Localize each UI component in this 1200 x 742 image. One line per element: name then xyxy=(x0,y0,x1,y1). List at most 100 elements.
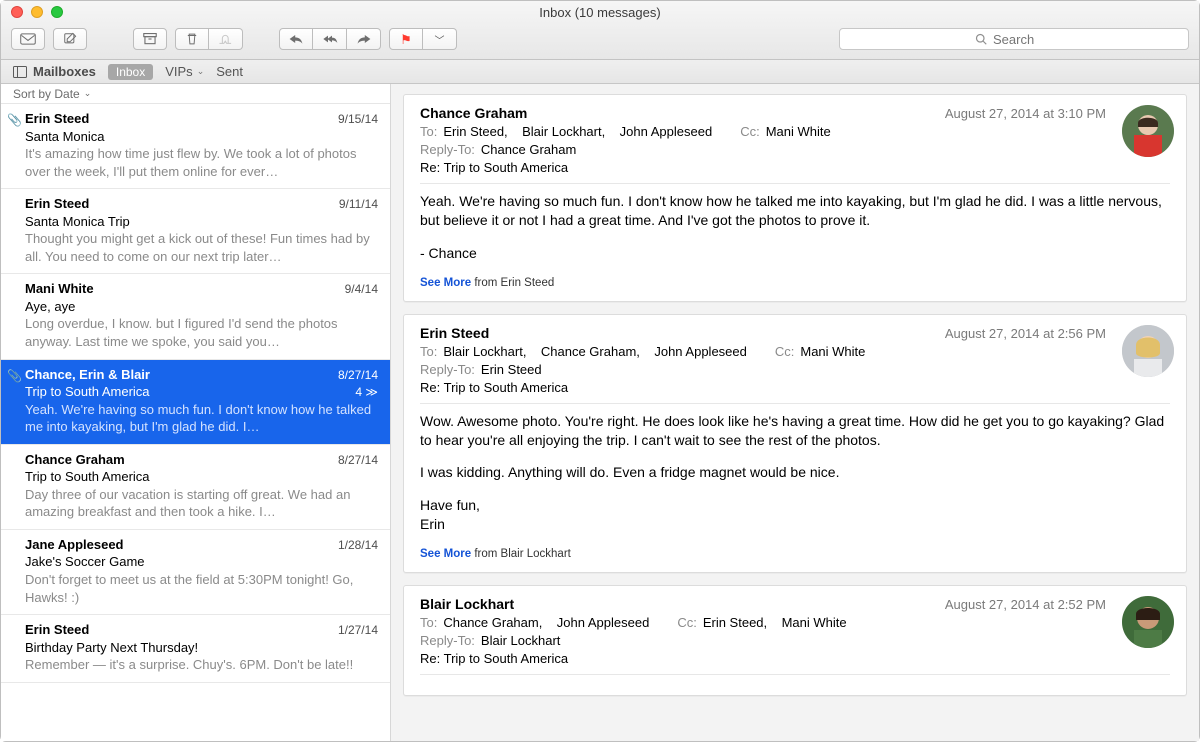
message-date: 1/28/14 xyxy=(330,537,378,553)
mailboxes-label: Mailboxes xyxy=(33,64,96,79)
search-icon xyxy=(975,33,987,45)
message-body: Yeah. We're having so much fun. I don't … xyxy=(420,192,1170,263)
recipient[interactable]: Erin Steed xyxy=(703,615,764,630)
subject-line: Re: Trip to South America xyxy=(420,380,1106,395)
reading-pane[interactable]: Chance Graham August 27, 2014 at 3:10 PM… xyxy=(391,84,1199,741)
zoom-window-button[interactable] xyxy=(51,6,63,18)
message-sender: Chance, Erin & Blair xyxy=(25,366,330,384)
delete-button[interactable] xyxy=(175,28,209,50)
message-row[interactable]: 📎 Erin Steed 9/15/14 Santa Monica It's a… xyxy=(1,104,390,189)
reply-to-name[interactable]: Blair Lockhart xyxy=(481,633,560,648)
see-more-link[interactable]: See More from Erin Steed xyxy=(420,277,1170,289)
message-preview: Yeah. We're having so much fun. I don't … xyxy=(25,401,378,436)
subject-line: Re: Trip to South America xyxy=(420,160,1106,175)
message-body: Wow. Awesome photo. You're right. He doe… xyxy=(420,412,1170,534)
message-date: 9/11/14 xyxy=(331,196,378,212)
thread-count: 4 ≫ xyxy=(349,384,378,400)
message-sender: Jane Appleseed xyxy=(25,536,330,554)
message-row[interactable]: Mani White 9/4/14 Aye, aye Long overdue,… xyxy=(1,274,390,359)
message-subject: Trip to South America xyxy=(25,468,378,486)
reply-to-label: Reply-To: xyxy=(420,633,475,648)
from-name[interactable]: Chance Graham xyxy=(420,105,527,121)
titlebar: Inbox (10 messages) xyxy=(1,1,1199,60)
message-sender: Erin Steed xyxy=(25,110,330,128)
favorites-bar: Mailboxes Inbox VIPs⌄ Sent xyxy=(1,60,1199,84)
see-more-link[interactable]: See More from Blair Lockhart xyxy=(420,548,1170,560)
flag-button[interactable]: ⚑ xyxy=(389,28,423,50)
message-preview: Don't forget to meet us at the field at … xyxy=(25,571,378,606)
search-input[interactable] xyxy=(993,32,1053,47)
message-sender: Erin Steed xyxy=(25,195,331,213)
recipient[interactable]: Mani White xyxy=(766,124,831,139)
cc-label: Cc: xyxy=(740,124,760,139)
recipient[interactable]: John Appleseed xyxy=(557,615,650,630)
search-field[interactable] xyxy=(839,28,1189,50)
message-header: Blair Lockhart August 27, 2014 at 2:52 P… xyxy=(420,596,1170,675)
forward-button[interactable] xyxy=(347,28,381,50)
message-sender: Chance Graham xyxy=(25,451,330,469)
message-preview: Long overdue, I know. but I figured I'd … xyxy=(25,315,378,350)
recipient[interactable]: Blair Lockhart xyxy=(522,124,601,139)
from-name[interactable]: Blair Lockhart xyxy=(420,596,514,612)
from-name[interactable]: Erin Steed xyxy=(420,325,489,341)
message-row[interactable]: Erin Steed 1/27/14 Birthday Party Next T… xyxy=(1,615,390,683)
message-row[interactable]: Erin Steed 9/11/14 Santa Monica Trip Tho… xyxy=(1,189,390,274)
fav-sent[interactable]: Sent xyxy=(216,64,243,79)
body-paragraph: - Chance xyxy=(420,244,1170,263)
message-subject: Jake's Soccer Game xyxy=(25,553,378,571)
sort-button[interactable]: Sort by Date ⌄ xyxy=(1,84,390,104)
message-header: Chance Graham August 27, 2014 at 3:10 PM… xyxy=(420,105,1170,184)
recipient[interactable]: Mani White xyxy=(800,344,865,359)
flag-icon: ⚑ xyxy=(400,33,412,46)
message-list-pane: Sort by Date ⌄ 📎 Erin Steed 9/15/14 Sant… xyxy=(1,84,391,741)
body-paragraph: I was kidding. Anything will do. Even a … xyxy=(420,463,1170,482)
message-date: 1/27/14 xyxy=(330,622,378,638)
minimize-window-button[interactable] xyxy=(31,6,43,18)
recipient[interactable]: Mani White xyxy=(782,615,847,630)
close-window-button[interactable] xyxy=(11,6,23,18)
message-header: Erin Steed August 27, 2014 at 2:56 PM To… xyxy=(420,325,1170,404)
recipient[interactable]: Chance Graham xyxy=(443,615,538,630)
message-list[interactable]: 📎 Erin Steed 9/15/14 Santa Monica It's a… xyxy=(1,104,390,741)
reply-to-label: Reply-To: xyxy=(420,362,475,377)
mailboxes-toggle[interactable]: Mailboxes xyxy=(13,64,96,79)
body-paragraph: Yeah. We're having so much fun. I don't … xyxy=(420,192,1170,230)
compose-button[interactable] xyxy=(53,28,87,50)
window-title: Inbox (10 messages) xyxy=(1,5,1199,20)
fav-inbox[interactable]: Inbox xyxy=(108,64,153,80)
recipient[interactable]: Chance Graham xyxy=(541,344,636,359)
recipient[interactable]: John Appleseed xyxy=(654,344,747,359)
recipient[interactable]: Blair Lockhart xyxy=(443,344,522,359)
flag-menu-button[interactable]: ﹀ xyxy=(423,28,457,50)
message-row[interactable]: Chance Graham 8/27/14 Trip to South Amer… xyxy=(1,445,390,530)
recipient[interactable]: Erin Steed xyxy=(443,124,504,139)
window-controls xyxy=(1,6,63,18)
message-card: Blair Lockhart August 27, 2014 at 2:52 P… xyxy=(403,585,1187,696)
reply-all-button[interactable] xyxy=(313,28,347,50)
chevron-down-icon: ﹀ xyxy=(435,32,445,47)
recipient[interactable]: John Appleseed xyxy=(620,124,713,139)
get-mail-button[interactable] xyxy=(11,28,45,50)
avatar[interactable] xyxy=(1122,105,1174,157)
body-paragraph: Have fun,Erin xyxy=(420,496,1170,534)
chevron-down-icon: ⌄ xyxy=(84,88,92,99)
fav-vips[interactable]: VIPs⌄ xyxy=(165,64,204,79)
reply-to-name[interactable]: Chance Graham xyxy=(481,142,576,157)
to-label: To: xyxy=(420,344,437,359)
reply-button[interactable] xyxy=(279,28,313,50)
junk-button[interactable] xyxy=(209,28,243,50)
message-subject: Santa Monica xyxy=(25,128,378,146)
message-row[interactable]: Jane Appleseed 1/28/14 Jake's Soccer Gam… xyxy=(1,530,390,615)
archive-button[interactable] xyxy=(133,28,167,50)
attachment-icon: 📎 xyxy=(7,368,22,384)
message-date: 8/27/14 xyxy=(330,367,378,383)
message-subject: Aye, aye xyxy=(25,298,378,316)
attachment-icon: 📎 xyxy=(7,112,22,128)
message-row[interactable]: 📎 Chance, Erin & Blair 8/27/14 Trip to S… xyxy=(1,360,390,445)
reply-to-name[interactable]: Erin Steed xyxy=(481,362,542,377)
message-preview: Remember — it's a surprise. Chuy's. 6PM.… xyxy=(25,656,378,674)
avatar[interactable] xyxy=(1122,596,1174,648)
avatar[interactable] xyxy=(1122,325,1174,377)
message-preview: Thought you might get a kick out of thes… xyxy=(25,230,378,265)
sidebar-icon xyxy=(13,66,27,78)
